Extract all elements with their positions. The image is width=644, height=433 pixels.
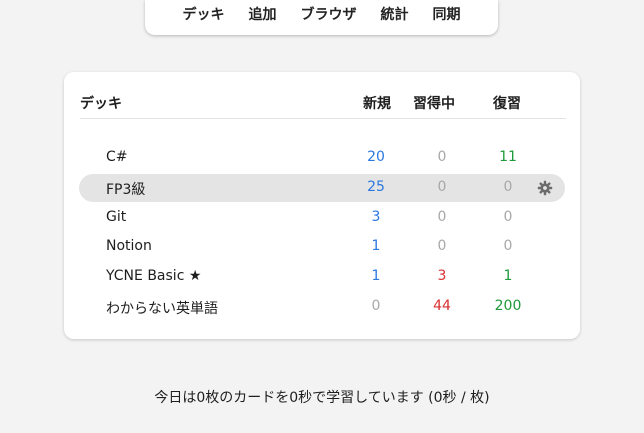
deck-row[interactable]: FP3級 25 0 0: [79, 173, 565, 202]
nav-browse[interactable]: ブラウザ: [289, 0, 369, 33]
deck-name[interactable]: C#: [106, 149, 128, 165]
count-review: 0: [503, 238, 513, 255]
header-deck: デッキ: [80, 96, 122, 112]
deck-name[interactable]: Git: [106, 209, 126, 225]
nav-decks[interactable]: デッキ: [171, 0, 237, 33]
count-new: 0: [371, 298, 381, 314]
deck-row[interactable]: YCNE Basic ★ 1 3 1: [79, 263, 565, 291]
deck-row[interactable]: C# 20 0 11: [79, 144, 565, 172]
nav-add[interactable]: 追加: [237, 0, 289, 33]
count-review: 200: [494, 298, 522, 314]
count-review: 0: [503, 178, 513, 195]
count-learning: 0: [437, 208, 447, 225]
count-new: 1: [371, 268, 381, 285]
count-new: 3: [371, 208, 381, 225]
header-review: 復習: [493, 96, 521, 112]
deck-name[interactable]: Notion: [106, 238, 152, 254]
deck-name[interactable]: わからない英単語: [106, 298, 218, 318]
header-learning: 習得中: [413, 96, 455, 112]
deck-row[interactable]: Notion 1 0 0: [79, 233, 565, 261]
deck-name[interactable]: YCNE Basic ★: [106, 268, 201, 284]
deck-table-header: デッキ 新規 習得中 復習: [80, 86, 566, 119]
count-new: 25: [367, 178, 385, 195]
count-review: 11: [499, 149, 517, 165]
count-review: 0: [503, 208, 513, 225]
count-learning: 3: [437, 268, 447, 285]
study-summary: 今日は0枚のカードを0秒で学習しています (0秒 / 枚): [154, 390, 490, 406]
nav-stats[interactable]: 統計: [369, 0, 421, 33]
deck-name[interactable]: FP3級: [106, 179, 145, 199]
count-learning: 0: [437, 178, 447, 195]
count-review: 1: [503, 268, 513, 285]
gear-icon[interactable]: [537, 180, 553, 196]
count-new: 1: [371, 238, 381, 255]
header-new: 新規: [363, 96, 391, 112]
top-toolbar: デッキ 追加 ブラウザ 統計 同期: [145, 0, 498, 35]
deck-list-card: デッキ 新規 習得中 復習 C# 20 0 11 FP3級 25 0 0 Git 3 0 0 Notio…: [64, 72, 580, 339]
count-learning: 0: [437, 238, 447, 255]
count-new: 20: [367, 149, 385, 165]
count-learning: 0: [437, 149, 447, 165]
deck-row[interactable]: Git 3 0 0: [79, 204, 565, 232]
deck-row[interactable]: わからない英単語 0 44 200: [79, 293, 565, 321]
nav-sync[interactable]: 同期: [421, 0, 473, 33]
count-learning: 44: [433, 298, 451, 314]
